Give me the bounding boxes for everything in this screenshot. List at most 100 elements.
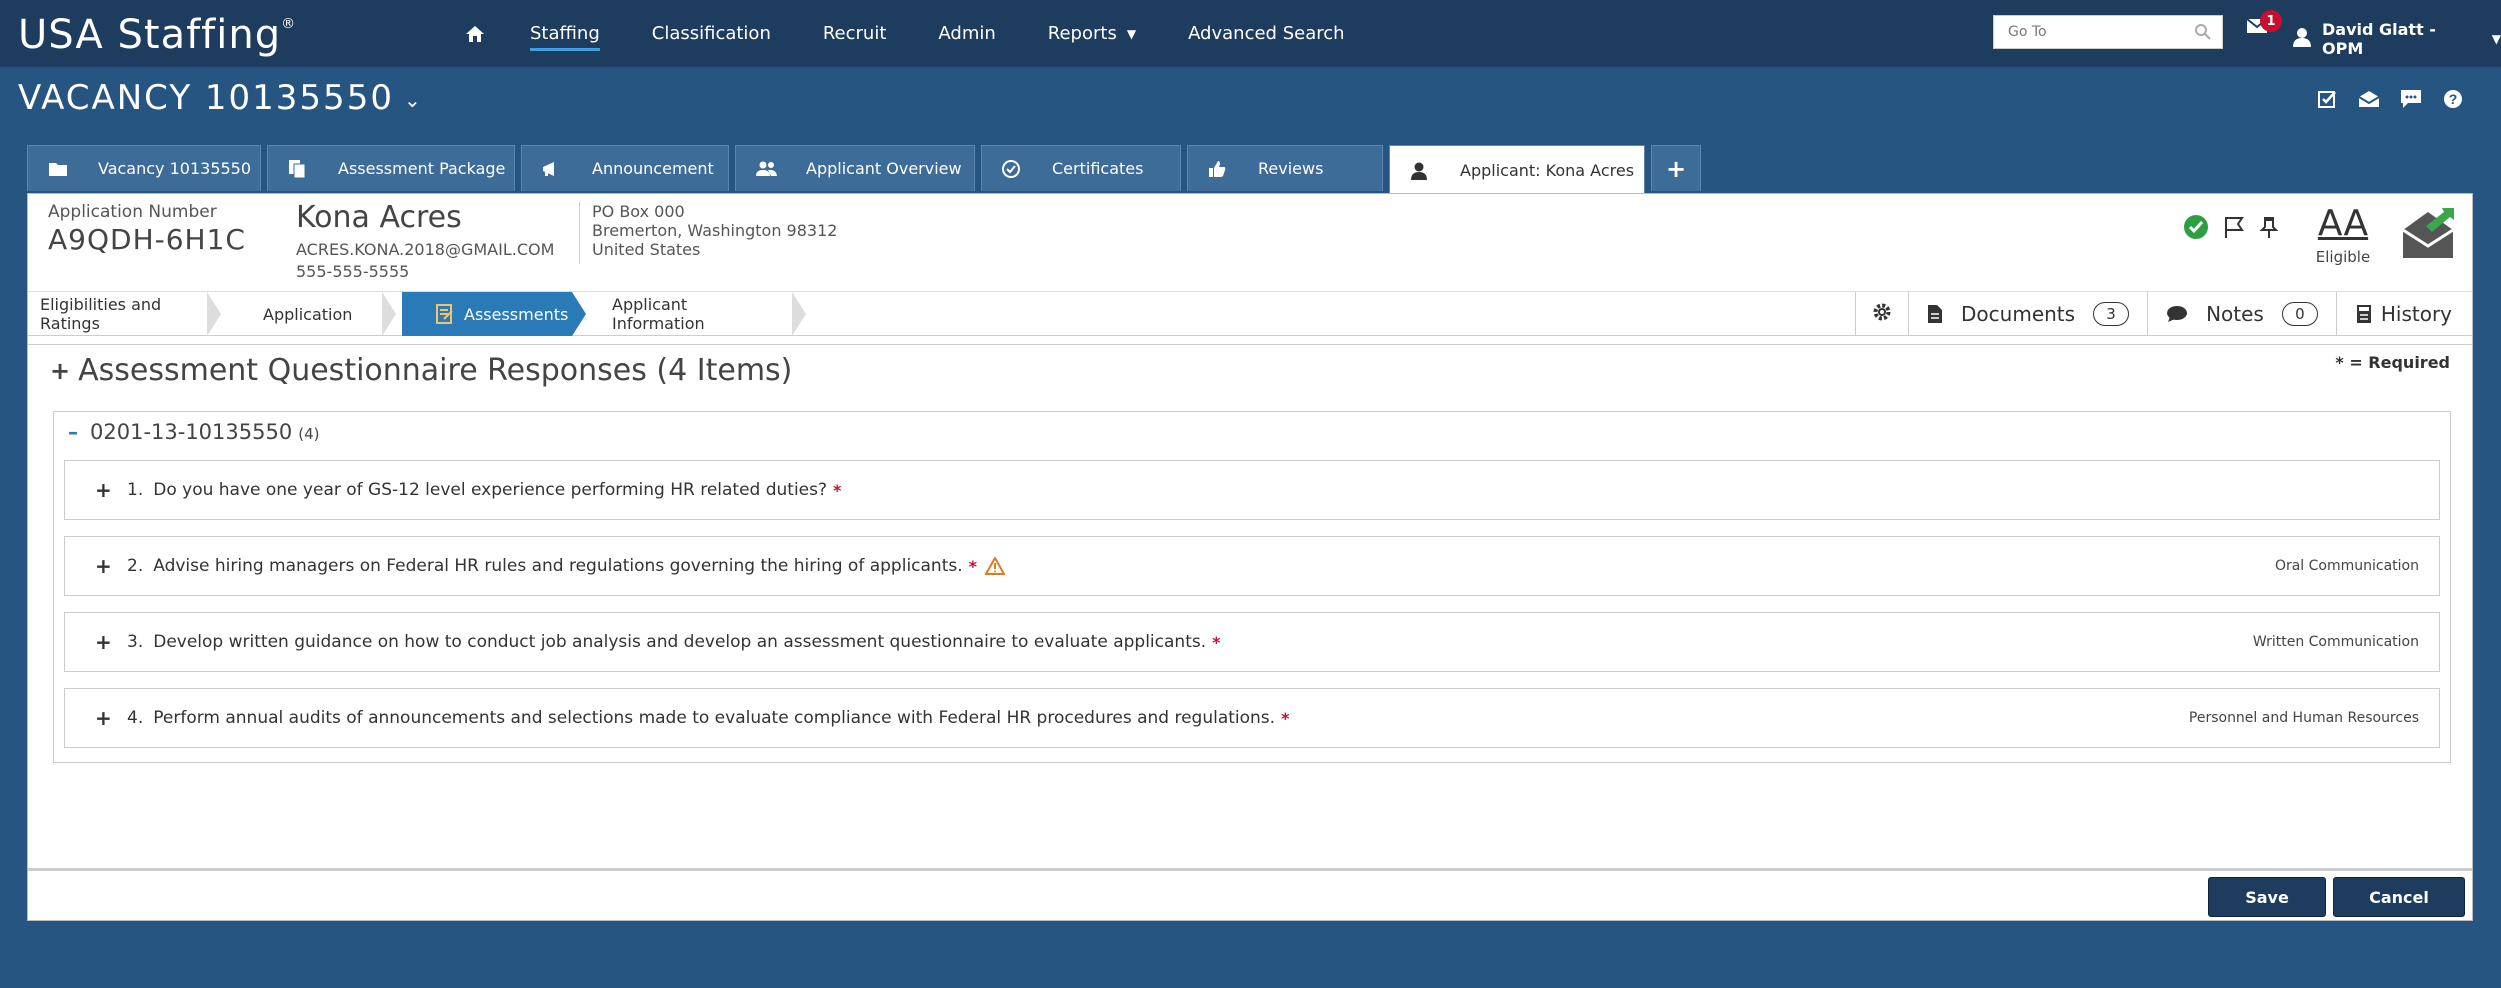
checkbox-icon[interactable] [2316, 88, 2338, 110]
group-header[interactable]: – 0201-13-10135550 (4) [68, 420, 319, 444]
save-button[interactable]: Save [2208, 877, 2326, 917]
applicant-status-icons [2183, 214, 2293, 240]
vacancy-title[interactable]: VACANCY 10135550 ⌄ [18, 78, 423, 118]
section-title[interactable]: + Assessment Questionnaire Responses (4 … [50, 353, 792, 388]
question-row[interactable]: + 1. Do you have one year of GS-12 level… [64, 460, 2440, 520]
check-circle-icon [1002, 159, 1024, 178]
documents-icon [288, 159, 310, 179]
expand-icon: + [50, 356, 71, 385]
megaphone-icon [542, 161, 564, 177]
nav-recruit[interactable]: Recruit [823, 0, 887, 67]
users-icon [756, 161, 778, 177]
help-icon[interactable]: ? [2442, 88, 2464, 110]
assessment-content: + Assessment Questionnaire Responses (4 … [28, 344, 2472, 864]
required-mark: * [1281, 708, 1290, 728]
history-button[interactable]: History [2335, 292, 2472, 336]
top-bar: USA Staffing® Staffing Classification Re… [0, 0, 2501, 67]
breadcrumb: Eligibilities and Ratings Application As… [28, 292, 812, 336]
gear-icon [1872, 302, 1892, 327]
documents-count: 3 [2093, 302, 2130, 326]
group-count: (4) [298, 425, 320, 443]
user-icon [1410, 162, 1432, 180]
question-row[interactable]: + 4. Perform annual audits of announceme… [64, 688, 2440, 748]
tab-reviews[interactable]: Reviews [1187, 145, 1383, 191]
crumb-application[interactable]: Application [227, 292, 402, 336]
notification-badge[interactable]: 1 [2260, 10, 2282, 32]
folder-icon [48, 161, 70, 177]
expand-icon: + [95, 554, 112, 578]
tab-certificates[interactable]: Certificates [981, 145, 1181, 191]
plus-icon: + [1665, 154, 1687, 183]
applicant-subnav: Eligibilities and Ratings Application As… [28, 292, 2472, 336]
notes-count: 0 [2281, 302, 2318, 326]
envelope-arrow-icon[interactable] [2400, 206, 2456, 264]
chevron-down-icon: ⌄ [403, 87, 423, 112]
user-name: David Glatt - OPM [2322, 20, 2436, 58]
applicant-tools: Documents 3 Notes 0 History [1855, 292, 2472, 336]
svg-text:?: ? [2449, 91, 2458, 107]
thumbs-up-icon [1208, 160, 1230, 178]
questionnaire-group: – 0201-13-10135550 (4) + 1. Do you have … [53, 411, 2451, 763]
crumb-eligibilities-and-ratings[interactable]: Eligibilities and Ratings [28, 292, 227, 336]
tab-vacancy[interactable]: Vacancy 10135550 [27, 145, 261, 191]
cancel-button[interactable]: Cancel [2333, 877, 2465, 917]
group-id: 0201-13-10135550 [90, 420, 293, 444]
nav-classification[interactable]: Classification [652, 0, 771, 67]
question-row[interactable]: + 2. Advise hiring managers on Federal H… [64, 536, 2440, 596]
documents-button[interactable]: Documents 3 [1908, 292, 2147, 336]
eligibility-status: Eligible [2315, 248, 2371, 266]
chevron-down-icon: ▼ [1126, 26, 1137, 41]
settings-button[interactable] [1855, 292, 1908, 336]
comment-icon[interactable] [2400, 88, 2422, 110]
tab-applicant-overview[interactable]: Applicant Overview [735, 145, 975, 191]
applicant-address: PO Box 000 Bremerton, Washington 98312 U… [579, 202, 837, 264]
nav-reports[interactable]: Reports ▼ [1048, 0, 1136, 67]
user-icon [2292, 27, 2312, 51]
applicant-header: Application Number A9QDH-6H1C Kona Acres… [28, 194, 2472, 292]
question-category: Written Communication [2252, 634, 2419, 650]
document-icon [1927, 304, 1943, 324]
check-circle-icon [2183, 214, 2209, 240]
crumb-assessments[interactable]: Assessments [402, 292, 586, 336]
nav-staffing[interactable]: Staffing [530, 0, 600, 67]
expand-icon: + [95, 706, 112, 730]
applicant-initials: AA [2317, 203, 2369, 244]
flag-icon[interactable] [2223, 215, 2245, 239]
question-category: Oral Communication [2274, 558, 2419, 574]
history-icon [2355, 304, 2373, 324]
applicant-phone: 555-555-5555 [296, 262, 410, 281]
applicant-panel: Application Number A9QDH-6H1C Kona Acres… [27, 193, 2473, 921]
required-mark: * [1212, 632, 1221, 652]
expand-icon: + [95, 630, 112, 654]
goto-input[interactable]: Go To [1993, 15, 2223, 49]
application-number: A9QDH-6H1C [48, 223, 246, 256]
envelope-open-icon[interactable] [2358, 88, 2380, 110]
vacancy-tabs: Vacancy 10135550 Assessment Package Anno… [27, 145, 1707, 195]
action-bar: Save Cancel [28, 868, 2472, 920]
comment-icon [2166, 305, 2188, 323]
collapse-icon: – [68, 420, 78, 444]
question-row[interactable]: + 3. Develop written guidance on how to … [64, 612, 2440, 672]
user-menu[interactable]: David Glatt - OPM ▼ [2292, 20, 2501, 58]
home-icon[interactable] [460, 19, 490, 49]
applicant-initials-block[interactable]: AA Eligible [2313, 203, 2373, 267]
assessment-icon [436, 304, 454, 324]
tab-applicant-kona-acres[interactable]: Applicant: Kona Acres [1389, 145, 1645, 195]
tab-announcement[interactable]: Announcement [521, 145, 729, 191]
expand-icon: + [95, 478, 112, 502]
chevron-down-icon: ▼ [2491, 32, 2501, 46]
crumb-applicant-information[interactable]: Applicant Information [572, 292, 812, 336]
nav-advanced-search[interactable]: Advanced Search [1188, 0, 1344, 67]
required-note: * = Required [2335, 353, 2450, 372]
tab-assessment-package[interactable]: Assessment Package [267, 145, 515, 191]
search-icon[interactable] [2194, 23, 2212, 45]
required-mark: * [833, 480, 842, 500]
add-tab-button[interactable]: + [1651, 145, 1701, 191]
app-logo[interactable]: USA Staffing® [18, 12, 296, 58]
applicant-name: Kona Acres [296, 200, 462, 235]
nav-admin[interactable]: Admin [938, 0, 995, 67]
pin-icon[interactable] [2259, 215, 2279, 239]
notes-button[interactable]: Notes 0 [2147, 292, 2336, 336]
application-number-label: Application Number [48, 202, 217, 222]
warning-icon[interactable] [985, 557, 1006, 575]
